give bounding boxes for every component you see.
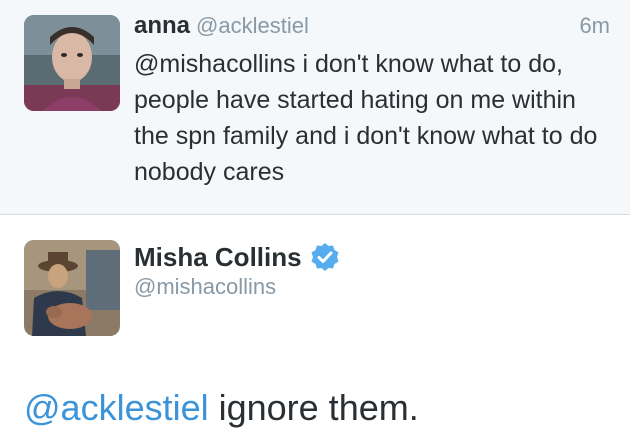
tweet-author-name[interactable]: Misha Collins — [134, 242, 302, 273]
verified-badge-icon — [310, 242, 340, 272]
reply-avatar[interactable] — [24, 15, 120, 111]
reply-author-handle[interactable]: @acklestiel — [196, 13, 309, 38]
reply-avatar-image — [24, 15, 120, 111]
reply-header: anna @acklestiel — [134, 12, 309, 42]
tweet-author-row: Misha Collins — [134, 240, 340, 274]
tweet-mention-link[interactable]: @acklestiel — [24, 387, 209, 428]
reply-text: @mishacollins i don't know what to do, p… — [134, 50, 598, 186]
reply-tweet[interactable]: anna @acklestiel 6m @mishacollins i don't… — [0, 0, 630, 215]
tweet-author-handle[interactable]: @mishacollins — [134, 274, 276, 300]
tweet-avatar-image — [24, 240, 120, 336]
reply-author-name[interactable]: anna — [134, 12, 190, 39]
tweet-body: ignore them. — [208, 387, 419, 428]
reply-timestamp[interactable]: 6m — [579, 13, 610, 39]
tweet-text: @acklestiel ignore them. — [24, 386, 419, 430]
tweet-avatar[interactable] — [24, 240, 120, 336]
